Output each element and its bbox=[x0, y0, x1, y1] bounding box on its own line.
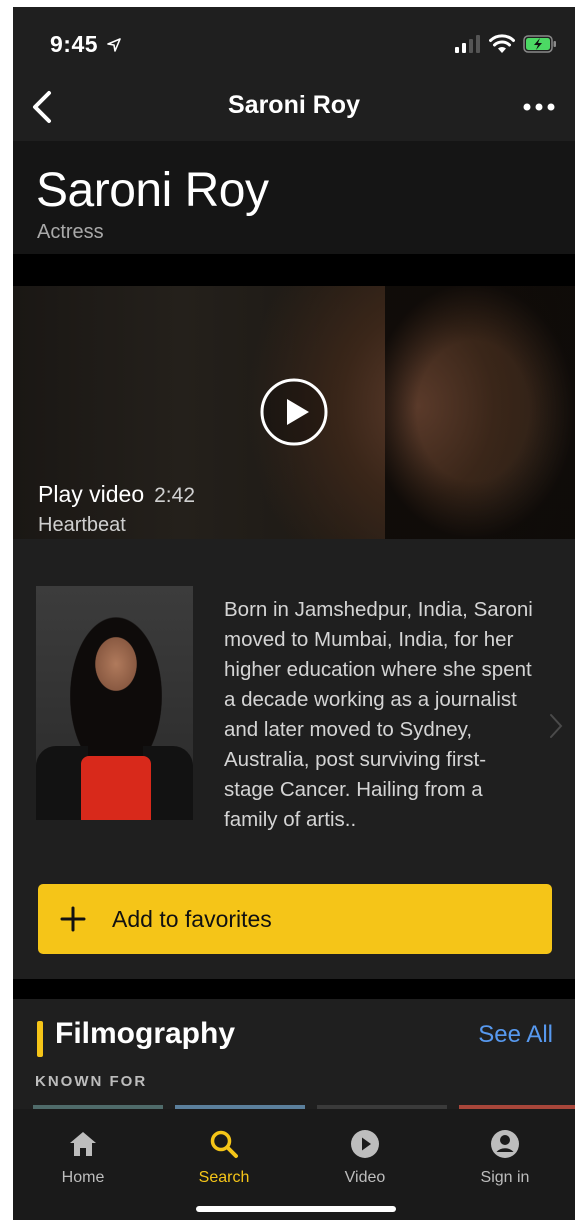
status-bar: 9:45 bbox=[13, 7, 575, 73]
chevron-right-icon[interactable] bbox=[549, 713, 563, 739]
play-circle-icon bbox=[351, 1130, 379, 1158]
play-icon[interactable] bbox=[259, 377, 329, 447]
add-to-favorites-button[interactable]: Add to favorites bbox=[38, 884, 552, 954]
person-role: Actress bbox=[37, 221, 104, 243]
section-divider bbox=[13, 979, 575, 999]
known-for-label: KNOWN FOR bbox=[35, 1073, 148, 1090]
person-name: Saroni Roy bbox=[36, 164, 269, 217]
tab-video-label: Video bbox=[344, 1169, 386, 1186]
section-divider bbox=[13, 254, 575, 286]
tab-home-label: Home bbox=[61, 1169, 105, 1186]
profile-header: Saroni Roy Actress bbox=[13, 141, 575, 254]
video-title: Heartbeat bbox=[38, 514, 126, 536]
search-icon bbox=[210, 1130, 238, 1158]
section-accent-bar bbox=[37, 1021, 43, 1057]
home-indicator[interactable] bbox=[196, 1206, 396, 1212]
bio-text[interactable]: Born in Jamshedpur, India, Saroni moved … bbox=[224, 595, 534, 835]
photo-detail bbox=[81, 756, 151, 820]
tab-home[interactable]: Home bbox=[13, 1109, 153, 1199]
more-options-button[interactable] bbox=[519, 95, 559, 119]
video-duration: 2:42 bbox=[154, 484, 195, 507]
tab-video[interactable]: Video bbox=[295, 1109, 435, 1199]
cellular-signal-icon bbox=[455, 35, 480, 53]
status-time-text: 9:45 bbox=[50, 31, 99, 57]
filmography-title: Filmography bbox=[55, 1017, 236, 1050]
status-time: 9:45 bbox=[50, 31, 121, 58]
add-to-favorites-label: Add to favorites bbox=[112, 906, 272, 932]
tab-sign-in-label: Sign in bbox=[480, 1169, 530, 1186]
see-all-link[interactable]: See All bbox=[478, 1021, 553, 1049]
phone-screen: 9:45 Saroni Roy Saroni Roy Actress Play … bbox=[13, 7, 575, 1220]
wifi-icon bbox=[489, 34, 515, 53]
location-arrow-icon bbox=[102, 38, 121, 56]
tab-search-label: Search bbox=[198, 1169, 250, 1186]
filmography-section: Filmography See All KNOWN FOR bbox=[13, 999, 575, 1109]
tab-bar: Home Search Video Sign in bbox=[13, 1109, 575, 1220]
bio-section: Born in Jamshedpur, India, Saroni moved … bbox=[13, 539, 575, 979]
play-video-text: Play video bbox=[38, 481, 145, 507]
video-thumbnail bbox=[385, 286, 575, 539]
tab-sign-in[interactable]: Sign in bbox=[435, 1109, 575, 1199]
battery-charging-icon bbox=[523, 35, 556, 53]
video-label[interactable]: Play video 2:42 bbox=[38, 481, 195, 508]
home-icon bbox=[70, 1132, 96, 1156]
status-icons bbox=[455, 33, 557, 55]
video-player[interactable]: Play video 2:42 Heartbeat bbox=[13, 286, 575, 539]
nav-title: Saroni Roy bbox=[228, 91, 360, 119]
tab-search[interactable]: Search bbox=[154, 1109, 294, 1199]
user-circle-icon bbox=[491, 1130, 519, 1158]
nav-bar: Saroni Roy bbox=[13, 73, 575, 141]
profile-photo[interactable] bbox=[36, 586, 193, 820]
plus-icon bbox=[60, 906, 86, 932]
